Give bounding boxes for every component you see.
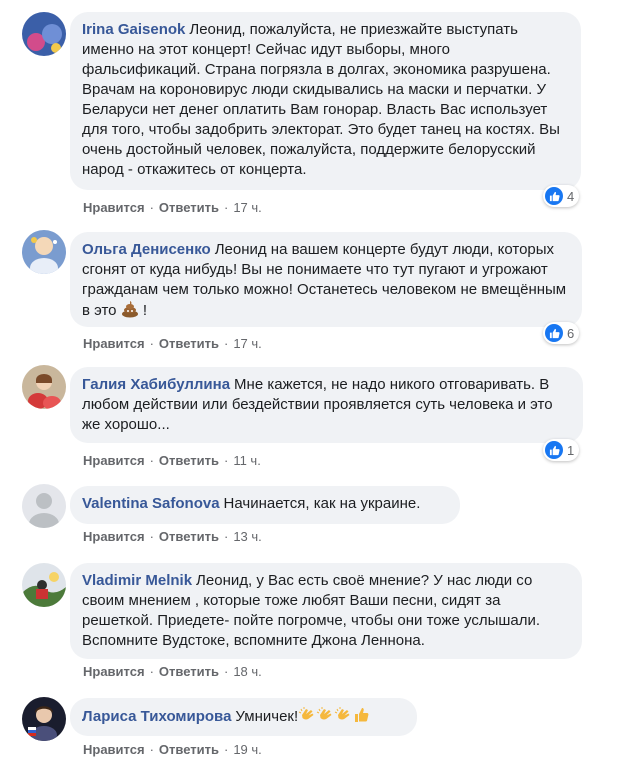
separator: · bbox=[149, 664, 154, 679]
comment-bubble: Irina Gaisenok Леонид, пожалуйста, не при… bbox=[70, 12, 581, 190]
thumbs-up-emoji bbox=[352, 706, 370, 724]
comment-actions: Нравится · Ответить · 11 ч. bbox=[83, 453, 261, 468]
like-button[interactable]: Нравится bbox=[83, 742, 145, 757]
like-button[interactable]: Нравится bbox=[83, 200, 145, 215]
separator: · bbox=[149, 529, 154, 544]
comment-bubble: Valentina Safonova Начинается, как на укр… bbox=[70, 486, 460, 524]
comment-bubble: Vladimir Melnik Леонид, у Вас есть своё м… bbox=[70, 563, 582, 659]
comment-bubble: Галия Хабибуллина Мне кажется, не надо ни… bbox=[70, 367, 583, 443]
reaction-count[interactable]: 4 bbox=[543, 185, 580, 207]
reaction-count[interactable]: 6 bbox=[543, 322, 580, 344]
comment-time[interactable]: 11 ч. bbox=[233, 453, 261, 468]
comment-text: Начинается, как на украине. bbox=[223, 495, 421, 512]
comment-bubble: Ольга Денисенко Леонид на вашем концерте … bbox=[70, 232, 582, 327]
comment-author[interactable]: Лариса Тихомирова bbox=[82, 708, 231, 725]
reply-button[interactable]: Ответить bbox=[159, 529, 219, 544]
avatar[interactable] bbox=[22, 230, 66, 274]
comment-time[interactable]: 17 ч. bbox=[233, 200, 261, 215]
separator: · bbox=[223, 664, 229, 679]
reaction-number: 1 bbox=[567, 442, 575, 458]
reaction-number: 4 bbox=[567, 188, 575, 204]
comment-time[interactable]: 13 ч. bbox=[233, 529, 261, 544]
separator: · bbox=[223, 453, 229, 468]
separator: · bbox=[149, 336, 154, 351]
comment-time[interactable]: 18 ч. bbox=[233, 664, 261, 679]
like-button[interactable]: Нравится bbox=[83, 664, 145, 679]
reaction-count[interactable]: 1 bbox=[543, 439, 580, 461]
reply-button[interactable]: Ответить bbox=[159, 742, 219, 757]
like-button[interactable]: Нравится bbox=[83, 453, 145, 468]
like-icon bbox=[545, 441, 563, 459]
avatar[interactable] bbox=[22, 12, 66, 56]
comment-actions: Нравится · Ответить · 18 ч. bbox=[83, 664, 262, 679]
comment-actions: Нравится · Ответить · 17 ч. bbox=[83, 200, 262, 215]
comment-author[interactable]: Irina Gaisenok bbox=[82, 21, 185, 38]
separator: · bbox=[223, 336, 229, 351]
comment-actions: Нравится · Ответить · 17 ч. bbox=[83, 336, 262, 351]
avatar[interactable] bbox=[22, 563, 66, 607]
comment-actions: Нравится · Ответить · 19 ч. bbox=[83, 742, 262, 757]
comment-time[interactable]: 19 ч. bbox=[233, 742, 261, 757]
comment-text: Леонид, пожалуйста, не приезжайте выступ… bbox=[82, 21, 560, 178]
separator: · bbox=[149, 200, 154, 215]
comment-time[interactable]: 17 ч. bbox=[233, 336, 261, 351]
clap-emoji bbox=[316, 706, 334, 724]
clap-emoji bbox=[298, 706, 316, 724]
reply-button[interactable]: Ответить bbox=[159, 200, 219, 215]
separator: · bbox=[149, 453, 154, 468]
avatar[interactable] bbox=[22, 697, 66, 741]
comment-author[interactable]: Vladimir Melnik bbox=[82, 572, 192, 589]
comment-text: Умничек! bbox=[235, 708, 299, 725]
comment-author[interactable]: Галия Хабибуллина bbox=[82, 376, 230, 393]
poop-emoji bbox=[121, 300, 139, 318]
like-button[interactable]: Нравится bbox=[83, 336, 145, 351]
comment-actions: Нравится · Ответить · 13 ч. bbox=[83, 529, 262, 544]
reaction-number: 6 bbox=[567, 325, 575, 341]
like-icon bbox=[545, 187, 563, 205]
separator: · bbox=[149, 742, 154, 757]
like-button[interactable]: Нравится bbox=[83, 529, 145, 544]
comment-author[interactable]: Valentina Safonova bbox=[82, 495, 220, 512]
comment-text-end: ! bbox=[138, 302, 148, 319]
avatar[interactable] bbox=[22, 484, 66, 528]
reply-button[interactable]: Ответить bbox=[159, 664, 219, 679]
avatar[interactable] bbox=[22, 365, 66, 409]
comment-bubble: Лариса Тихомирова Умничек! bbox=[70, 698, 417, 736]
clap-emoji bbox=[334, 706, 352, 724]
like-icon bbox=[545, 324, 563, 342]
reply-button[interactable]: Ответить bbox=[159, 453, 219, 468]
separator: · bbox=[223, 742, 229, 757]
separator: · bbox=[223, 529, 229, 544]
reply-button[interactable]: Ответить bbox=[159, 336, 219, 351]
separator: · bbox=[223, 200, 229, 215]
comment-author[interactable]: Ольга Денисенко bbox=[82, 241, 211, 258]
